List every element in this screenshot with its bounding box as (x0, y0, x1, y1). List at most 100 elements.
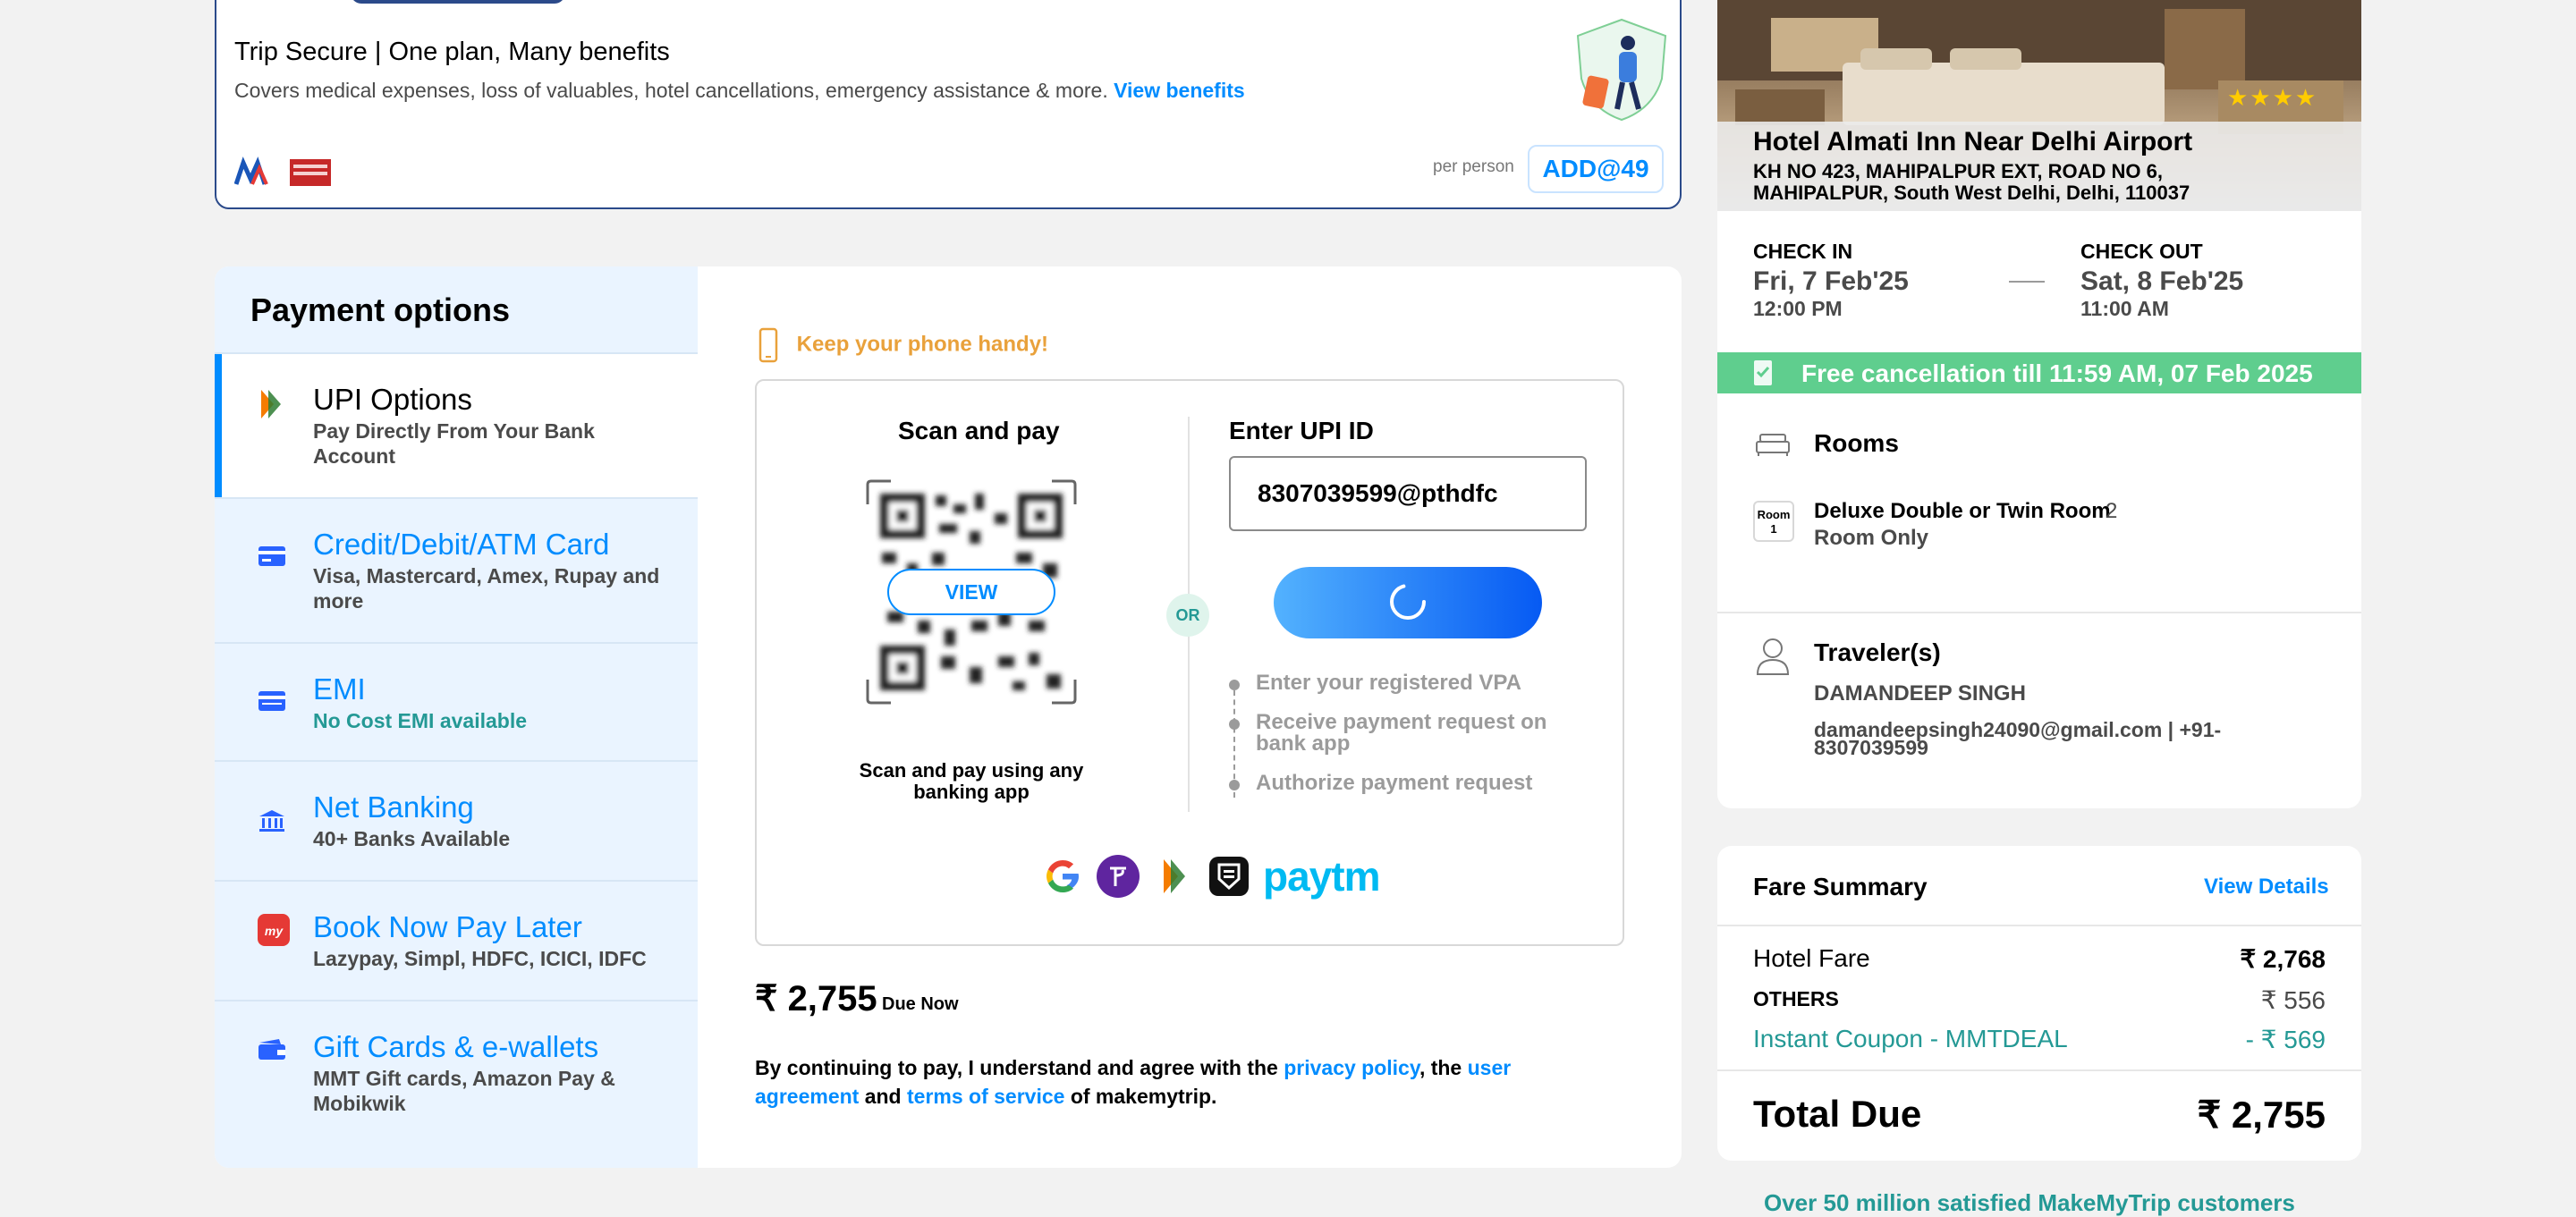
room-badge-number: 1 (1770, 522, 1777, 536)
verify-pay-button[interactable] (1274, 567, 1542, 638)
netbanking-option-title: Net Banking (313, 790, 474, 824)
insurer-logo-icon (233, 156, 331, 186)
phone-tip-text: Keep your phone handy! (796, 332, 1049, 357)
payment-option-emi[interactable]: EMI No Cost EMI available (215, 642, 698, 760)
bhim-icon (1152, 855, 1195, 898)
payment-option-paylater[interactable]: my Book Now Pay Later Lazypay, Simpl, HD… (215, 880, 698, 1000)
netbanking-option-subtitle: 40+ Banks Available (313, 827, 511, 850)
fare-divider (1717, 1069, 2361, 1071)
scan-and-pay-title: Scan and pay (898, 417, 1060, 444)
trip-secure-desc-text: Covers medical expenses, loss of valuabl… (234, 79, 1108, 102)
phone-tip: Keep your phone handy! (758, 327, 1048, 363)
document-check-icon (1754, 360, 1772, 385)
emi-option-title: EMI (313, 672, 366, 706)
paytm-wordmark: paytm (1263, 853, 1380, 900)
payment-option-upi[interactable]: UPI Options Pay Directly From Your Bank … (215, 352, 698, 497)
total-due-value: ₹ 2,755 (2197, 1094, 2326, 1136)
insurer-logos (233, 156, 335, 192)
coupon-value: - ₹ 569 (2245, 1026, 2326, 1053)
fare-divider (1717, 925, 2361, 926)
check-out-date: Sat, 8 Feb'25 (2080, 266, 2244, 296)
hotel-name: Hotel Almati Inn Near Delhi Airport (1753, 127, 2193, 156)
wallet-icon (258, 1037, 286, 1065)
qr-view-button[interactable]: VIEW (887, 569, 1055, 615)
others-label: OTHERS (1753, 987, 1839, 1010)
emi-option-subtitle: No Cost EMI available (313, 709, 528, 732)
check-out-label: CHECK OUT (2080, 240, 2203, 263)
giftcards-option-title: Gift Cards & e-wallets (313, 1030, 599, 1063)
room-badge-label: Room (1757, 508, 1791, 521)
trip-secure-title: Trip Secure | One plan, Many benefits (234, 38, 670, 66)
privacy-policy-link[interactable]: privacy policy (1284, 1056, 1419, 1079)
google-pay-icon (1041, 855, 1084, 898)
traveler-contact: damandeepsingh24090@gmail.com | +91-8307… (1814, 718, 2222, 759)
trip-secure-description: Covers medical expenses, loss of valuabl… (234, 79, 1245, 103)
hotel-address: KH NO 423, MAHIPALPUR EXT, ROAD NO 6, MA… (1753, 160, 2190, 204)
payment-option-giftcards[interactable]: Gift Cards & e-wallets MMT Gift cards, A… (215, 1000, 698, 1168)
hotel-fare-label: Hotel Fare (1753, 944, 1870, 972)
per-person-label: per person (1433, 157, 1514, 176)
mmt-icon: my (258, 914, 290, 951)
check-in-date: Fri, 7 Feb'25 (1753, 266, 1909, 296)
payment-options-heading: Payment options (250, 292, 511, 328)
trip-secure-card: Trip Secure | One plan, Many benefits Co… (215, 0, 1682, 209)
traveler-shield-icon (1572, 16, 1671, 128)
other-upi-icon (1208, 855, 1250, 898)
terms-text: By continuing to pay, I understand and a… (755, 1053, 1614, 1111)
date-separator (2009, 281, 2045, 283)
paylater-option-title: Book Now Pay Later (313, 910, 582, 943)
upi-icon (258, 388, 283, 425)
add-trip-secure-button[interactable]: ADD@49 (1528, 145, 1664, 193)
paytm-icon: paytm (1263, 853, 1380, 900)
check-in-label: CHECK IN (1753, 240, 1853, 263)
upi-option-title: UPI Options (313, 383, 472, 416)
scan-caption: Scan and pay using any banking app (859, 759, 1084, 803)
view-details-link[interactable]: View Details (2204, 875, 2329, 900)
social-proof-text: Over 50 million satisfied MakeMyTrip cus… (1764, 1189, 2295, 1216)
phonepe-icon (1097, 855, 1140, 898)
rooms-title: Rooms (1814, 429, 1899, 457)
or-badge: OR (1166, 594, 1209, 637)
room-name: Deluxe Double or Twin Room (1814, 499, 2111, 523)
card-icon (258, 545, 286, 571)
due-now-label: Due Now (882, 994, 959, 1014)
terms-and: and (859, 1085, 907, 1108)
paylater-option-subtitle: Lazypay, Simpl, HDFC, ICICI, IDFC (313, 947, 647, 970)
hotel-section-divider (1717, 612, 2361, 613)
payment-option-card[interactable]: Credit/Debit/ATM Card Visa, Mastercard, … (215, 497, 698, 642)
hotel-star-rating: ★★★★ (2227, 84, 2318, 111)
upi-app-logos: paytm (1041, 853, 1380, 900)
bank-icon (258, 808, 286, 838)
others-value: ₹ 556 (2260, 986, 2326, 1014)
upi-id-label: Enter UPI ID (1229, 417, 1374, 444)
view-benefits-link[interactable]: View benefits (1114, 79, 1245, 102)
room-number-badge: Room 1 (1753, 501, 1794, 542)
check-out-time: 11:00 AM (2080, 297, 2169, 320)
room-plan: Room Only (1814, 526, 1929, 550)
total-due-label: Total Due (1753, 1093, 1922, 1135)
traveler-name: DAMANDEEP SINGH (1814, 681, 2026, 706)
emi-icon (258, 690, 286, 716)
card-option-subtitle: Visa, Mastercard, Amex, Rupay and more (313, 564, 660, 613)
check-in-time: 12:00 PM (1753, 297, 1843, 320)
upi-option-subtitle: Pay Directly From Your Bank Account (313, 419, 595, 468)
trip-secure-tab (351, 0, 565, 4)
giftcards-option-subtitle: MMT Gift cards, Amazon Pay & Mobikwik (313, 1067, 615, 1115)
terms-suffix: of makemytrip. (1064, 1085, 1217, 1108)
svg-text:my: my (265, 924, 284, 938)
fare-summary-title: Fare Summary (1753, 873, 1928, 900)
coupon-label: Instant Coupon - MMTDEAL (1753, 1025, 2068, 1052)
payment-option-netbanking[interactable]: Net Banking 40+ Banks Available (215, 760, 698, 880)
free-cancellation-text: Free cancellation till 11:59 AM, 07 Feb … (1801, 359, 2313, 387)
terms-of-service-link[interactable]: terms of service (907, 1085, 1064, 1108)
free-cancellation-banner: Free cancellation till 11:59 AM, 07 Feb … (1717, 352, 2361, 393)
bed-icon (1755, 429, 1791, 462)
user-icon (1755, 637, 1791, 680)
hotel-fare-value: ₹ 2,768 (2240, 945, 2326, 973)
travelers-title: Traveler(s) (1814, 638, 1941, 666)
upi-id-input[interactable] (1229, 456, 1587, 531)
phone-icon (758, 327, 778, 363)
loading-spinner-icon (1390, 583, 1426, 620)
due-amount: ₹ 2,755 (755, 979, 877, 1018)
terms-mid: , the (1419, 1056, 1468, 1079)
